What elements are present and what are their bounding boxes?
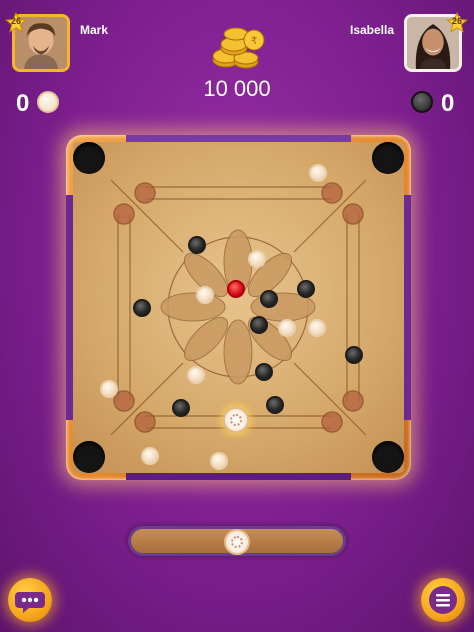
white-coin [100,380,118,398]
gold-coins-icon: ₹ [204,20,268,70]
black-coin [266,396,284,414]
black-coin [133,299,151,317]
black-coin-icon [411,91,433,113]
black-coin [250,316,268,334]
level-value: 26 [451,16,462,26]
black-coin [297,280,315,298]
level-star-icon: 26 [5,12,27,34]
queen-coin [227,280,245,298]
white-coin [308,319,326,337]
pocket-top-right [372,142,404,174]
bet-amount: 10 000 [203,76,271,101]
white-coin [309,164,327,182]
white-coin [141,447,159,465]
pocket-bottom-left [73,441,105,473]
black-coin [260,290,278,308]
menu-button[interactable] [421,578,465,622]
striker-slider-handle[interactable] [224,529,250,555]
white-coin-icon [37,91,59,113]
pocket-top-left [73,142,105,174]
player-left-name: Mark [80,23,109,37]
black-coin [255,363,273,381]
menu-icon [429,586,457,614]
black-coin [345,346,363,364]
level-value: 26 [10,16,21,26]
white-coin [210,452,228,470]
white-coin [187,366,205,384]
black-coin [188,236,206,254]
level-star-icon: 26 [446,12,468,34]
carrom-board[interactable] [73,142,404,473]
player-right-score: 0 [441,90,455,117]
black-coin [172,399,190,417]
white-coin [248,250,266,268]
white-coin [278,319,296,337]
white-coin [196,286,214,304]
pocket-bottom-right [372,441,404,473]
chat-bubble-icon [15,592,45,613]
svg-text:₹: ₹ [251,36,257,47]
player-left-score: 0 [16,90,30,117]
player-right-name: Isabella [350,23,395,37]
striker[interactable] [223,407,249,433]
chat-button[interactable] [8,578,52,622]
